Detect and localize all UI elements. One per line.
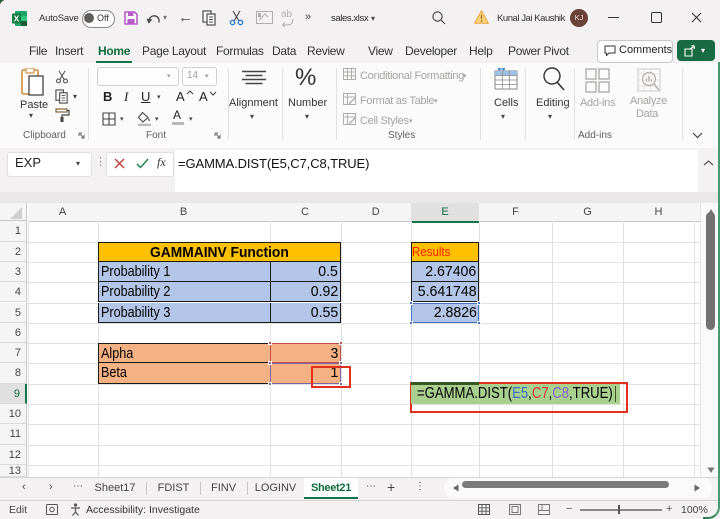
svg-text:X: X: [14, 14, 20, 24]
